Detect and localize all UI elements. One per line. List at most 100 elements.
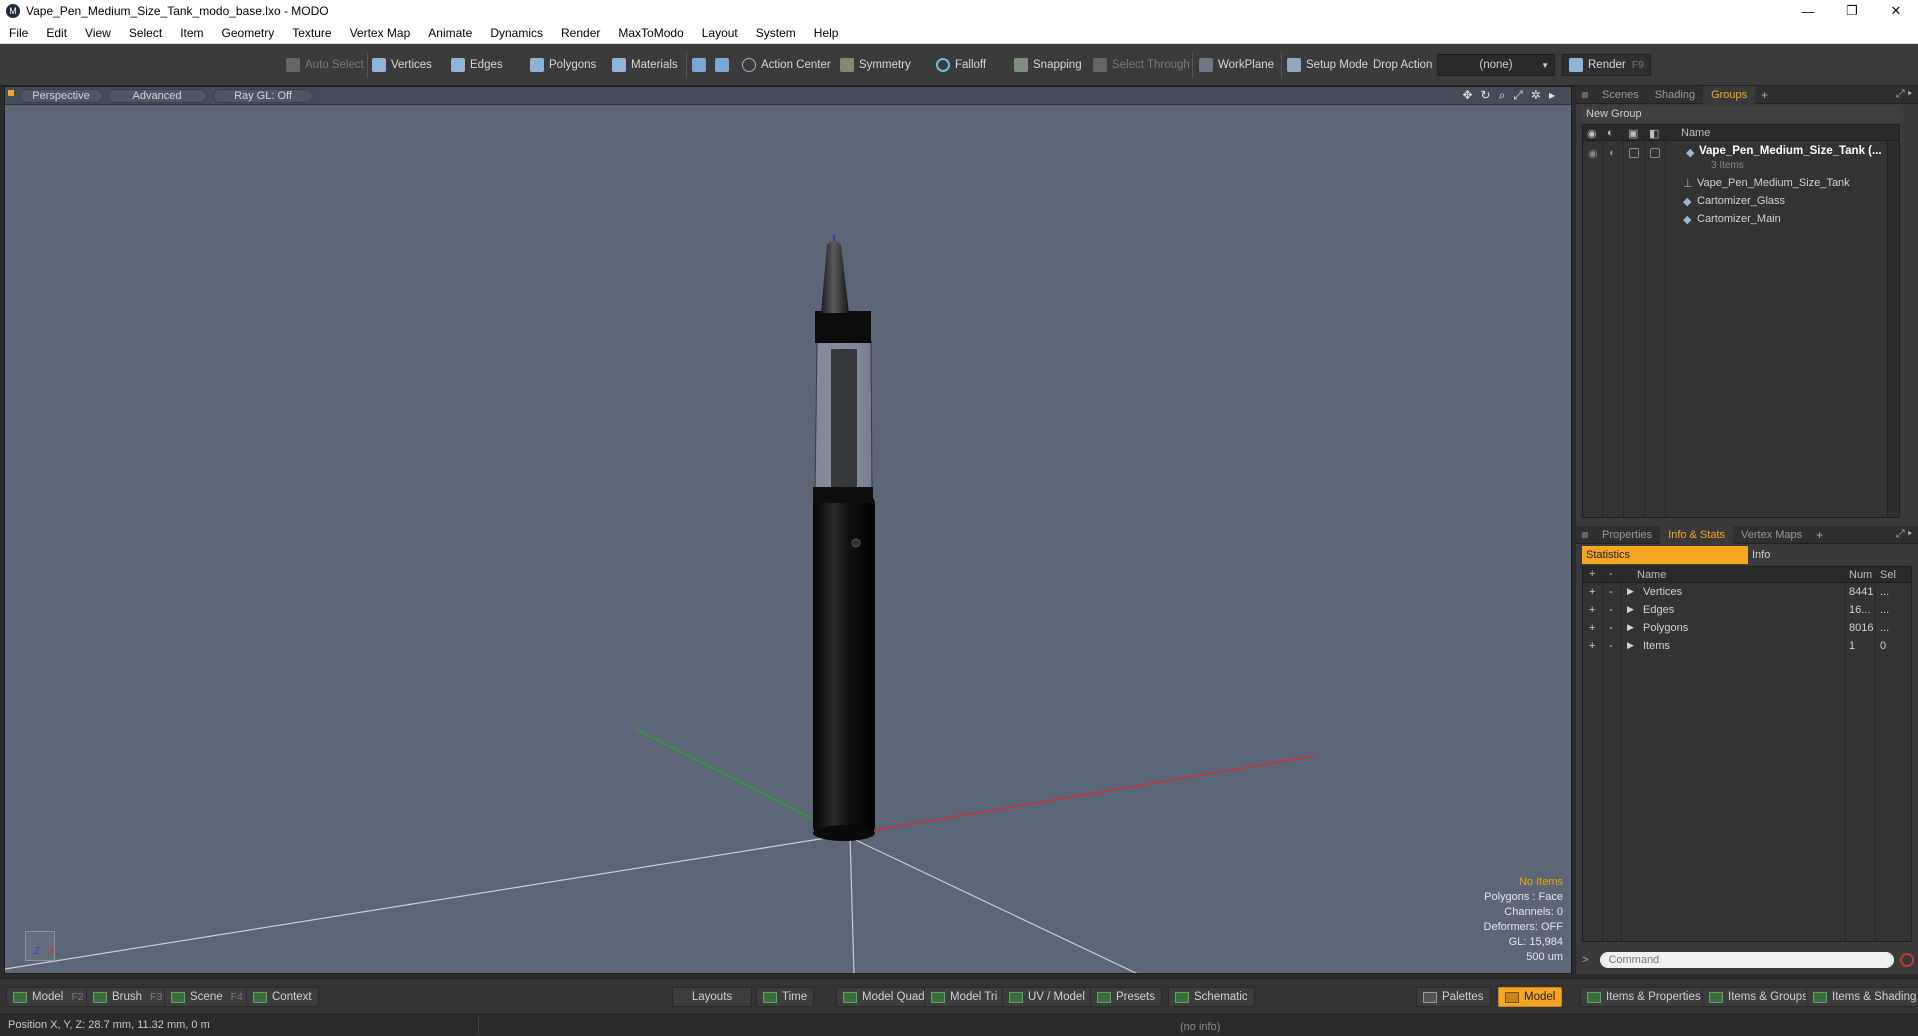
groups-scrollbar[interactable] <box>1887 141 1899 517</box>
tab-info-stats[interactable]: Info & Stats <box>1660 525 1734 544</box>
tab-shading[interactable]: Shading <box>1647 86 1703 104</box>
items-shading-button[interactable]: Items & Shading <box>1806 987 1918 1007</box>
time-layout-button[interactable]: Time <box>756 987 815 1007</box>
add-tab-icon[interactable]: + <box>1755 88 1774 102</box>
workplane-button[interactable]: WorkPlane <box>1199 54 1274 76</box>
plus-icon[interactable]: + <box>1589 604 1595 616</box>
tab-properties[interactable]: Properties <box>1594 526 1660 544</box>
falloff-button[interactable]: Falloff <box>936 54 986 76</box>
minus-icon[interactable]: - <box>1609 604 1613 616</box>
render-toggle-icon[interactable]: ◐ <box>1607 127 1614 139</box>
menu-geometry[interactable]: Geometry <box>213 22 284 44</box>
stats-row-polygons[interactable]: + - ▶ Polygons 8016 ... <box>1583 620 1911 638</box>
collapse-all-icon[interactable]: - <box>1609 568 1613 580</box>
drop-action-select[interactable]: (none) ▼ <box>1437 54 1555 76</box>
group-row-root[interactable]: ◉ ◐ ◆ Vape_Pen_Medium_Size_Tank (... 3 I… <box>1583 143 1899 175</box>
tab-info[interactable]: Info <box>1748 546 1912 564</box>
edges-button[interactable]: Edges <box>451 54 503 76</box>
symmetry-button[interactable]: Symmetry <box>840 54 911 76</box>
group-item-row[interactable]: ◆ Cartomizer_Glass <box>1583 193 1899 211</box>
minus-icon[interactable]: - <box>1609 586 1613 598</box>
snapping-button[interactable]: Snapping <box>1014 54 1082 76</box>
group-item-row[interactable]: ⊥ Vape_Pen_Medium_Size_Tank <box>1583 175 1899 193</box>
menu-vertex-map[interactable]: Vertex Map <box>341 22 420 44</box>
model-tab-button[interactable]: Model <box>1498 987 1563 1007</box>
menu-animate[interactable]: Animate <box>419 22 481 44</box>
plus-icon[interactable]: + <box>1589 586 1595 598</box>
lock-checkbox[interactable] <box>1629 148 1639 158</box>
uv-model-layout-button[interactable]: UV / Model <box>1002 987 1092 1007</box>
command-input[interactable]: Command <box>1600 952 1894 968</box>
eye-icon[interactable]: ◉ <box>1588 147 1598 160</box>
stats-row-vertices[interactable]: + - ▶ Vertices 8441 ... <box>1583 584 1911 602</box>
stats-row-items[interactable]: + - ▶ Items 1 0 <box>1583 638 1911 656</box>
record-icon[interactable] <box>1900 953 1914 967</box>
render-toggle-icon[interactable]: ◐ <box>1609 147 1616 159</box>
expand-all-icon[interactable]: + <box>1589 568 1595 580</box>
maximize-button[interactable]: ❐ <box>1830 0 1874 22</box>
close-button[interactable]: ✕ <box>1874 0 1918 22</box>
palettes-button[interactable]: Palettes <box>1416 987 1491 1007</box>
action-center-button[interactable]: Action Center <box>742 54 831 76</box>
plus-icon[interactable]: + <box>1589 622 1595 634</box>
select-through-button[interactable]: Select Through <box>1093 54 1190 76</box>
eye-icon[interactable]: ◉ <box>1587 127 1597 140</box>
menu-maxtomodo[interactable]: MaxToModo <box>609 22 692 44</box>
stats-row-edges[interactable]: + - ▶ Edges 16... ... <box>1583 602 1911 620</box>
new-group-button[interactable]: New Group <box>1582 106 1900 122</box>
materials-button[interactable]: Materials <box>612 54 678 76</box>
expand-triangle-icon[interactable]: ▶ <box>1627 622 1634 633</box>
menu-view[interactable]: View <box>76 22 120 44</box>
expand-icon[interactable]: ⤢ ▸ <box>1896 88 1912 101</box>
vertices-button[interactable]: Vertices <box>372 54 432 76</box>
polygons-button[interactable]: Polygons <box>530 54 596 76</box>
menu-render[interactable]: Render <box>552 22 609 44</box>
select-mode-toggle-b[interactable] <box>715 54 734 76</box>
layouts-button[interactable]: Layouts <box>672 987 752 1007</box>
presets-layout-button[interactable]: Presets <box>1090 987 1162 1007</box>
plus-icon[interactable]: + <box>1589 640 1595 652</box>
model-quad-layout-button[interactable]: Model Quad <box>836 987 932 1007</box>
setup-mode-button[interactable]: Setup Mode <box>1287 54 1368 76</box>
select-toggle-icon[interactable]: ◧ <box>1649 127 1659 140</box>
schematic-layout-button[interactable]: Schematic <box>1168 987 1255 1007</box>
context-mode-button[interactable]: Context <box>246 987 319 1007</box>
brush-mode-button[interactable]: Brush F3 <box>86 987 170 1007</box>
items-properties-button[interactable]: Items & Properties <box>1580 987 1708 1007</box>
3d-viewport[interactable]: Perspective Advanced Ray GL: Off ✥ ↻ ⌕ ⤢… <box>4 86 1572 974</box>
select-checkbox[interactable] <box>1650 148 1660 158</box>
menu-layout[interactable]: Layout <box>693 22 747 44</box>
menu-select[interactable]: Select <box>120 22 171 44</box>
minimize-button[interactable]: — <box>1786 0 1830 22</box>
model-mode-button[interactable]: Model F2 <box>6 987 91 1007</box>
panel-menu-icon[interactable] <box>1582 531 1588 538</box>
auto-select-button[interactable]: Auto Select <box>286 54 364 76</box>
tab-vertex-maps[interactable]: Vertex Maps <box>1733 526 1810 544</box>
lock-icon[interactable]: ▣ <box>1628 127 1638 140</box>
battery-body[interactable] <box>813 497 875 833</box>
minus-icon[interactable]: - <box>1609 640 1613 652</box>
menu-item[interactable]: Item <box>171 22 212 44</box>
tab-scenes[interactable]: Scenes <box>1594 86 1647 104</box>
add-tab-icon[interactable]: + <box>1810 528 1829 542</box>
menu-file[interactable]: File <box>0 22 37 44</box>
tab-statistics[interactable]: Statistics <box>1582 546 1748 564</box>
expand-triangle-icon[interactable]: ▶ <box>1627 640 1634 651</box>
items-groups-button[interactable]: Items & Groups <box>1702 987 1815 1007</box>
menu-system[interactable]: System <box>747 22 805 44</box>
panel-menu-icon[interactable] <box>1582 91 1588 98</box>
render-button[interactable]: Render F9 <box>1562 54 1651 76</box>
expand-triangle-icon[interactable]: ▶ <box>1627 604 1634 615</box>
group-item-row[interactable]: ◆ Cartomizer_Main <box>1583 211 1899 229</box>
minus-icon[interactable]: - <box>1609 622 1613 634</box>
menu-help[interactable]: Help <box>805 22 848 44</box>
menu-dynamics[interactable]: Dynamics <box>481 22 552 44</box>
mouthpiece[interactable] <box>821 241 849 313</box>
model-tri-layout-button[interactable]: Model Tri <box>924 987 1005 1007</box>
expand-icon[interactable]: ⤢ ▸ <box>1896 528 1912 541</box>
expand-triangle-icon[interactable]: ▶ <box>1627 586 1634 597</box>
select-mode-toggle-a[interactable] <box>692 54 711 76</box>
tab-groups[interactable]: Groups <box>1703 85 1756 104</box>
menu-edit[interactable]: Edit <box>37 22 76 44</box>
menu-texture[interactable]: Texture <box>283 22 340 44</box>
